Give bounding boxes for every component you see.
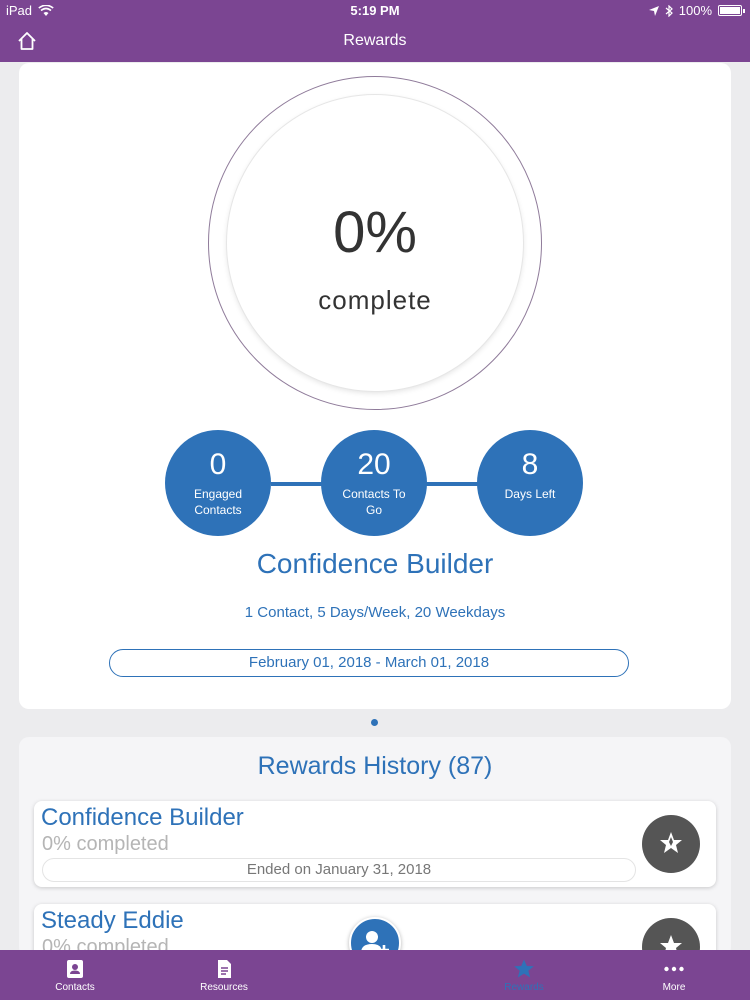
tab-contacts[interactable]: Contacts — [25, 950, 125, 1000]
rewards-history-title: Rewards History (87) — [257, 752, 493, 780]
progress-ring-inner: 0% complete — [227, 95, 523, 391]
status-time: 5:19 PM — [350, 3, 400, 18]
contacts-icon — [67, 960, 83, 978]
tab-label: Resources — [200, 982, 248, 993]
challenge-description: 1 Contact, 5 Days/Week, 20 Weekdays — [244, 604, 506, 621]
page-title: Rewards — [343, 32, 407, 49]
top-bar: iPad 5:19 PM 100% Rewards — [0, 0, 750, 62]
bottom-tab-bar: Contacts Resources Rewards More — [0, 950, 750, 1000]
more-icon — [664, 966, 684, 972]
stat-number: 8 — [521, 448, 539, 481]
current-reward-card: 0% complete 0 Engaged Contacts 20 Contac… — [19, 63, 731, 709]
reward-badge-icon[interactable] — [642, 815, 700, 873]
history-item[interactable]: Confidence Builder 0% completed Ended on… — [34, 801, 716, 887]
history-item-name: Steady Eddie — [41, 907, 184, 934]
stat-label: Engaged Contacts — [193, 487, 243, 517]
progress-percent: 0% — [333, 200, 417, 265]
stat-number: 0 — [209, 448, 227, 481]
progress-ring: 0% complete — [208, 76, 542, 410]
battery-percent: 100% — [678, 3, 712, 18]
stat-label: Days Left — [504, 487, 556, 501]
tab-rewards[interactable]: Rewards — [474, 950, 574, 1000]
tab-resources[interactable]: Resources — [174, 950, 274, 1000]
stat-contacts-to-go: 20 Contacts To Go — [321, 430, 427, 536]
tab-label: Rewards — [504, 982, 544, 993]
battery-icon — [718, 5, 745, 16]
tab-label: More — [662, 982, 686, 993]
bluetooth-icon — [665, 4, 673, 17]
stat-label: Contacts To Go — [342, 487, 406, 517]
star-icon — [514, 959, 534, 978]
history-item-ended: Ended on January 31, 2018 — [42, 858, 636, 882]
tab-more[interactable]: More — [624, 950, 724, 1000]
history-item-name: Confidence Builder — [41, 804, 244, 831]
stat-engaged-contacts: 0 Engaged Contacts — [165, 430, 271, 536]
stat-days-left: 8 Days Left — [477, 430, 583, 536]
star-ribbon-icon — [660, 832, 682, 853]
progress-label: complete — [318, 285, 432, 315]
history-item-completed: 0% completed — [42, 833, 169, 855]
tab-label: Contacts — [55, 982, 95, 993]
stat-number: 20 — [357, 448, 391, 481]
status-bar: iPad 5:19 PM 100% — [0, 0, 750, 20]
page-indicator-dot[interactable] — [371, 719, 378, 726]
document-icon — [218, 960, 231, 978]
challenge-title: Confidence Builder — [256, 548, 494, 579]
location-arrow-icon — [648, 5, 659, 16]
challenge-date-range: February 01, 2018 - March 01, 2018 — [109, 649, 629, 677]
